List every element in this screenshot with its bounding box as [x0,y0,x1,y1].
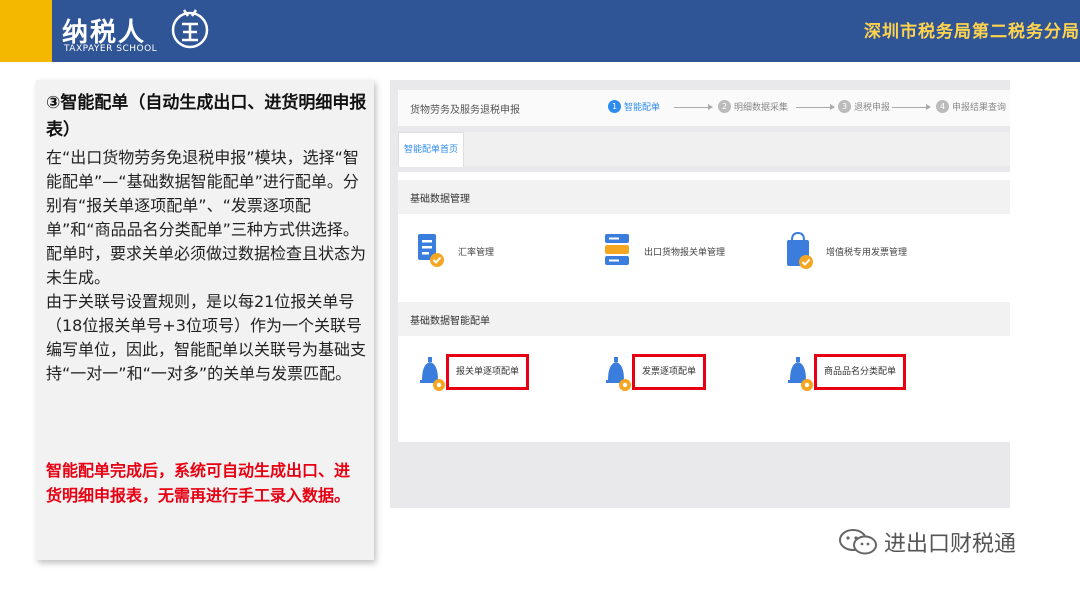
section-header: 基础数据管理 [398,180,1010,214]
step-label: 退税申报 [854,103,891,113]
option-label-highlighted: 发票逐项配单 [632,354,707,390]
shopping-bag-icon [787,231,813,269]
database-icon [605,234,629,265]
office-name: 深圳市税务局第二税务分局 [864,22,1080,42]
card-body: 在“出口货物劳务免退税申报”模块，选择“智能配单”—“基础数据智能配单”进行配单… [46,146,370,386]
tab-bar: 智能配单首页 [398,132,1010,167]
item-label: 增值税专用发票管理 [826,248,908,258]
step-label: 智能配单 [624,103,661,113]
header-accent-block [0,0,52,62]
step-label: 申报结果查询 [952,103,1007,113]
option-label-highlighted: 报关单逐项配单 [446,354,530,390]
item-label: 出口货物报关单管理 [644,248,726,258]
section-header: 基础数据智能配单 [398,302,1010,336]
watermark-text: 进出口财税通 [884,532,1017,557]
step-1[interactable]: 1 智能配单 [608,100,660,116]
step-arrow [892,104,931,110]
step-arrow [796,104,835,110]
step-label: 明细数据采集 [734,103,789,113]
school-mark-icon [171,9,209,49]
option-label-highlighted: 商品品名分类配单 [814,354,907,390]
card-paragraph-1: 在“出口货物劳务免退税申报”模块，选择“智能配单”—“基础数据智能配单”进行配单… [46,148,367,287]
card-title: ③智能配单（自动生成出口、进货明细申报表） [46,93,367,140]
tab-smart-matching-home[interactable]: 智能配单首页 [398,132,464,167]
card-highlight: 智能配单完成后，系统可自动生成出口、进货明细申报表，无需再进行手工录入数据。 [46,461,351,505]
step-number: 4 [936,100,949,113]
content-panel: 基础数据管理 汇率管理 出口货物报关单管理 增值税专用发票管理 基础数据智能配单… [398,172,1010,442]
logo-subtitle: TAXPAYER SCHOOL [64,44,158,54]
step-arrow [674,104,713,110]
module-topbar: 货物劳务及服务退税申报 1 智能配单 2 明细数据采集 3 退税申报 4 申报结果查询 [398,90,1010,126]
bell-gear-icon [606,357,631,391]
header-bar: 纳税人 TAXPAYER SCHOOL 深圳市税务局第二税务分局 [0,0,1080,62]
card-paragraph-2: 由于关联号设置规则，是以每21位报关单号（18位报关单号+3位项号）作为一个关联… [46,292,367,383]
explanation-card: ③智能配单（自动生成出口、进货明细申报表） 在“出口货物劳务免退税申报”模块，选… [36,80,374,560]
breadcrumb: 货物劳务及服务退税申报 [410,105,520,116]
step-2[interactable]: 2 明细数据采集 [718,100,788,116]
bell-gear-icon [788,357,813,391]
step-number: 2 [718,100,731,113]
bell-gear-icon [420,357,445,391]
section-title: 基础数据智能配单 [410,316,490,327]
wechat-icon [839,529,877,555]
system-screenshot: 货物劳务及服务退税申报 1 智能配单 2 明细数据采集 3 退税申报 4 申报结果查询 … [390,80,1010,508]
step-4[interactable]: 4 申报结果查询 [936,100,1006,116]
item-label: 汇率管理 [458,248,495,258]
document-check-icon [418,234,444,267]
step-number: 1 [608,100,621,113]
step-number: 3 [838,100,851,113]
step-3[interactable]: 3 退税申报 [838,100,890,116]
taxpayer-school-logo: 纳税人 TAXPAYER SCHOOL [62,6,212,58]
section-title: 基础数据管理 [410,194,470,205]
